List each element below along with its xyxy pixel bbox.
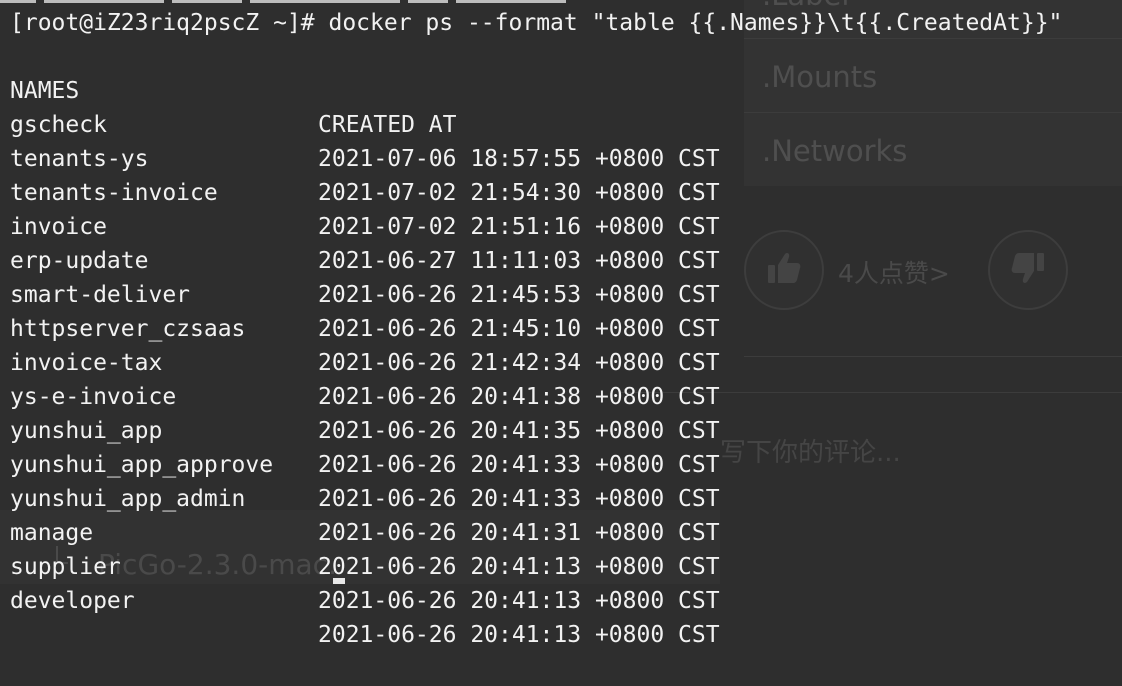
container-created-at: 2021-07-02 21:54:30 +0800 CST xyxy=(318,180,720,206)
container-created-at: 2021-06-26 20:41:38 +0800 CST xyxy=(318,384,720,410)
container-created-at: 2021-07-02 21:51:16 +0800 CST xyxy=(318,214,720,240)
terminal-window[interactable]: [root@iZ23riq2pscZ ~]# docker ps --forma… xyxy=(0,0,1122,648)
container-created-at: 2021-06-26 20:41:35 +0800 CST xyxy=(318,418,720,444)
container-created-at: 2021-06-26 21:45:53 +0800 CST xyxy=(318,282,720,308)
table-row: manage 2021-06-26 20:41:13 +0800 CST xyxy=(10,482,720,580)
terminal-cursor xyxy=(333,578,345,584)
table-row: tenants-invoice 2021-07-02 21:51:16 +080… xyxy=(10,142,720,240)
table-row: developer 2021-06-26 20:41:13 +0800 CST xyxy=(10,550,720,648)
container-created-at: 2021-06-26 20:41:33 +0800 CST xyxy=(318,486,720,512)
container-created-at: 2021-06-26 20:41:31 +0800 CST xyxy=(318,520,720,546)
container-created-at: 2021-06-26 20:41:13 +0800 CST xyxy=(318,554,720,580)
container-created-at: 2021-06-26 20:41:13 +0800 CST xyxy=(318,622,720,648)
command-prompt-line: [root@iZ23riq2pscZ ~]# docker ps --forma… xyxy=(10,10,1063,36)
container-created-at: 2021-06-26 20:41:33 +0800 CST xyxy=(318,452,720,478)
table-row: supplier 2021-06-26 20:41:13 +0800 CST xyxy=(10,516,720,614)
column-header-created-at: CREATED AT xyxy=(318,112,457,138)
container-created-at: 2021-07-06 18:57:55 +0800 CST xyxy=(318,146,720,172)
previous-output-edge xyxy=(0,0,740,4)
table-row: smart-deliver 2021-06-26 21:45:10 +0800 … xyxy=(10,244,720,342)
table-row: httpserver_czsaas 2021-06-26 21:42:34 +0… xyxy=(10,278,720,376)
table-row: invoice-tax 2021-06-26 20:41:38 +0800 CS… xyxy=(10,312,720,410)
table-row: gscheck 2021-07-06 18:57:55 +0800 CST xyxy=(10,74,720,172)
table-row: tenants-ys 2021-07-02 21:54:30 +0800 CST xyxy=(10,108,720,206)
table-row: erp-update 2021-06-26 21:45:53 +0800 CST xyxy=(10,210,720,308)
table-row: invoice 2021-06-27 11:11:03 +0800 CST xyxy=(10,176,720,274)
table-header: NAMES CREATED AT xyxy=(10,40,456,138)
container-name: developer xyxy=(10,588,135,614)
container-created-at: 2021-06-27 11:11:03 +0800 CST xyxy=(318,248,720,274)
container-created-at: 2021-06-26 20:41:13 +0800 CST xyxy=(318,588,720,614)
table-row: yunshui_app 2021-06-26 20:41:33 +0800 CS… xyxy=(10,380,720,478)
container-created-at: 2021-06-26 21:45:10 +0800 CST xyxy=(318,316,720,342)
table-row: ys-e-invoice 2021-06-26 20:41:35 +0800 C… xyxy=(10,346,720,444)
container-created-at: 2021-06-26 21:42:34 +0800 CST xyxy=(318,350,720,376)
table-row: yunshui_app_approve 2021-06-26 20:41:33 … xyxy=(10,414,720,512)
table-row: yunshui_app_admin 2021-06-26 20:41:31 +0… xyxy=(10,448,720,546)
